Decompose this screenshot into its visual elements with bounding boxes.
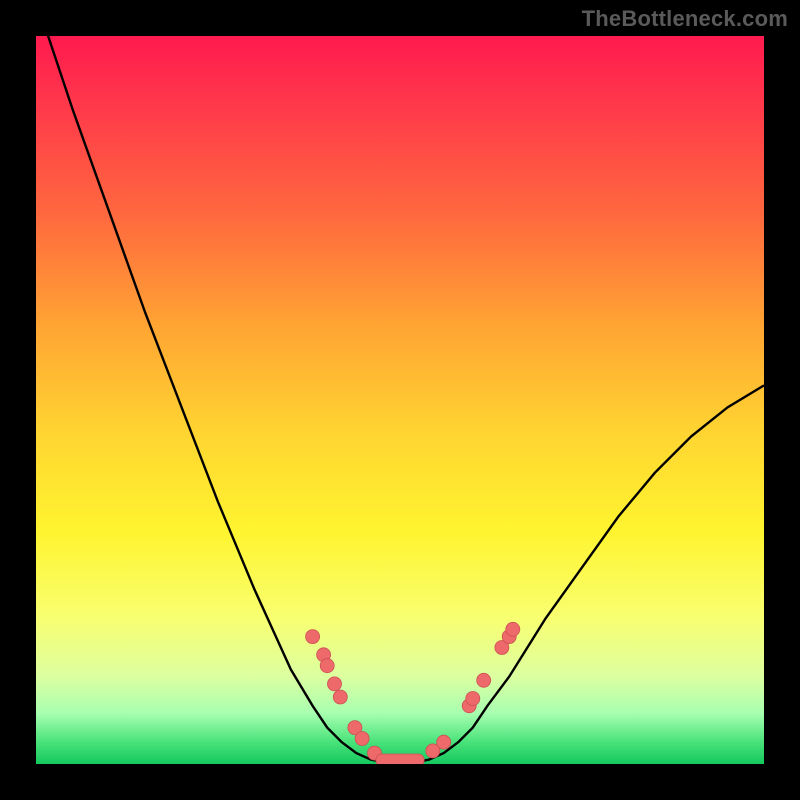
curve-marker (506, 622, 520, 636)
watermark-text: TheBottleneck.com (582, 6, 788, 32)
curve-marker (333, 690, 347, 704)
curve-markers (306, 622, 520, 764)
curve-marker (466, 692, 480, 706)
plot-area (36, 36, 764, 764)
bottleneck-curve (36, 36, 764, 764)
curve-marker (437, 735, 451, 749)
curve-marker (355, 732, 369, 746)
curve-marker (306, 630, 320, 644)
curve-svg (36, 36, 764, 764)
curve-marker (477, 673, 491, 687)
curve-marker-pill (376, 754, 424, 764)
chart-frame: TheBottleneck.com (0, 0, 800, 800)
curve-marker (320, 659, 334, 673)
curve-marker (328, 677, 342, 691)
